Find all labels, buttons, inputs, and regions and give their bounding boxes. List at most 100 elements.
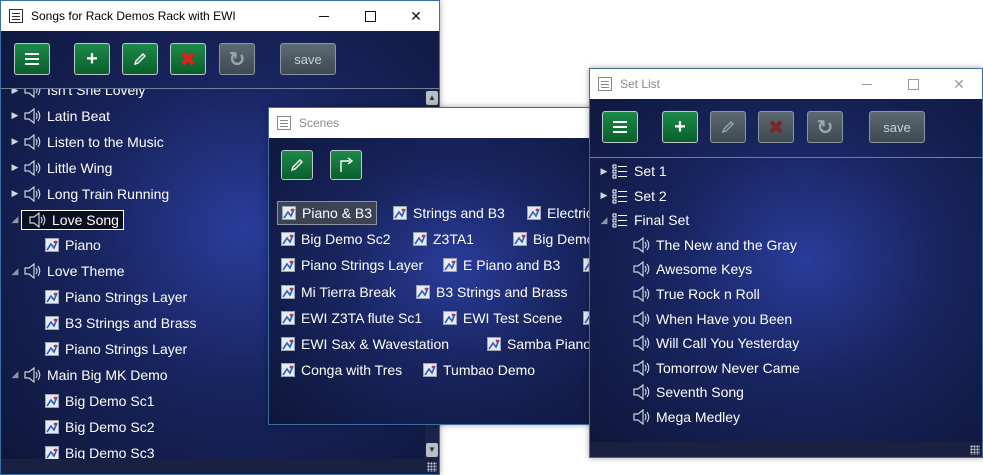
scene-item[interactable]: B3 Strings and Brass	[45, 312, 197, 334]
scenes-titlebar[interactable]: Scenes	[269, 108, 607, 138]
scene-chip[interactable]: Strings and B3	[389, 201, 509, 225]
setlist-song-item[interactable]: Awesome Keys	[630, 258, 752, 280]
setlist-song-label: Seventh Song	[656, 384, 744, 401]
scene-chip[interactable]: Tumbao Demo	[419, 358, 539, 382]
close-button[interactable]	[936, 69, 982, 99]
save-button[interactable]: save	[869, 111, 925, 143]
pencil-icon	[290, 159, 303, 172]
scene-chip[interactable]: Piano & B3	[277, 201, 378, 225]
scene-picture-icon	[513, 232, 527, 247]
set-item[interactable]: ▶ Set 1	[598, 160, 667, 182]
set-item[interactable]: ◢ Final Set	[598, 209, 690, 231]
scene-chip[interactable]: Big Demo Sc2	[277, 227, 394, 251]
scene-chip[interactable]: Electric	[523, 201, 597, 225]
speaker-icon	[24, 159, 41, 176]
close-button[interactable]	[393, 1, 439, 31]
save-button[interactable]: save	[280, 43, 336, 75]
add-song-button[interactable]: +	[74, 43, 110, 75]
edit-scene-button[interactable]	[281, 150, 313, 180]
songs-titlebar[interactable]: Songs for Rack Demos Rack with EWI	[1, 1, 439, 31]
song-item[interactable]: ▶ Isn't She Lovely	[9, 89, 145, 101]
scene-picture-icon	[282, 206, 296, 220]
scene-label: E Piano and B3	[463, 257, 561, 274]
setlist-song-item[interactable]: True Rock n Roll	[630, 283, 760, 305]
scene-chip[interactable]: EWI Sax & Wavestation	[277, 332, 453, 356]
scene-chip[interactable]: EWI Test Scene	[439, 306, 566, 330]
scroll-up-icon[interactable]: ▲	[426, 91, 438, 105]
maximize-button[interactable]	[347, 1, 393, 31]
scene-chip[interactable]: Piano Strings Layer	[277, 253, 427, 277]
collapsed-arrow-icon[interactable]: ▶	[9, 89, 21, 96]
speaker-icon	[24, 263, 41, 280]
minimize-button[interactable]	[844, 69, 890, 99]
song-item[interactable]: ▶ Long Train Running	[9, 183, 169, 205]
scene-label: Mi Tierra Break	[301, 283, 396, 300]
song-item[interactable]: ◢ Love Song	[9, 209, 124, 231]
selected-song-box[interactable]: Love Song	[21, 209, 124, 230]
scene-chip[interactable]: B3 Strings and Brass	[412, 280, 572, 304]
resize-grip[interactable]	[970, 445, 980, 455]
edit-song-button[interactable]	[122, 43, 158, 75]
setlist-song-item[interactable]: Mega Medley	[630, 406, 740, 428]
add-set-button[interactable]: +	[662, 111, 698, 143]
collapsed-arrow-icon[interactable]: ▶	[9, 110, 21, 121]
save-label: save	[883, 119, 911, 135]
expanded-arrow-icon[interactable]: ◢	[598, 215, 610, 226]
collapsed-arrow-icon[interactable]: ▶	[598, 166, 610, 177]
delete-x-icon: ✖	[179, 48, 197, 71]
maximize-button[interactable]	[890, 69, 936, 99]
menu-button[interactable]	[14, 43, 50, 75]
expanded-arrow-icon[interactable]: ◢	[9, 214, 21, 225]
plus-icon: +	[674, 115, 686, 138]
scene-item[interactable]: Big Demo Sc2	[45, 416, 154, 438]
scene-item[interactable]: Piano Strings Layer	[45, 286, 187, 308]
refresh-button[interactable]: ↻	[219, 43, 255, 75]
scene-item[interactable]: Big Demo Sc1	[45, 390, 154, 412]
expanded-arrow-icon[interactable]: ◢	[9, 369, 21, 380]
expanded-arrow-icon[interactable]: ◢	[9, 266, 21, 277]
setlist-song-item[interactable]: Seventh Song	[630, 381, 744, 403]
song-label: Love Theme	[47, 263, 125, 280]
delete-song-button[interactable]: ✖	[170, 43, 206, 75]
song-item[interactable]: ▶ Listen to the Music	[9, 131, 164, 153]
scene-item[interactable]: Piano	[45, 234, 101, 256]
setlist-titlebar[interactable]: Set List	[590, 69, 982, 99]
scene-picture-icon	[281, 310, 295, 325]
collapsed-arrow-icon[interactable]: ▶	[598, 190, 610, 201]
minimize-button[interactable]	[301, 1, 347, 31]
setlist-song-item[interactable]: Will Call You Yesterday	[630, 332, 799, 354]
speaker-icon-wrap	[632, 359, 652, 376]
scene-chip[interactable]: Z3TA1	[409, 227, 478, 251]
song-item[interactable]: ▶ Little Wing	[9, 157, 112, 179]
scene-chip[interactable]: EWI Z3TA flute Sc1	[277, 306, 426, 330]
menu-button[interactable]	[602, 111, 638, 143]
set-item[interactable]: ▶ Set 2	[598, 185, 667, 207]
scroll-down-icon[interactable]: ▼	[426, 443, 438, 457]
setlist-song-item[interactable]: The New and the Gray	[630, 234, 797, 256]
speaker-icon-wrap	[23, 159, 43, 176]
collapsed-arrow-icon[interactable]: ▶	[9, 136, 21, 147]
edit-set-button[interactable]	[710, 111, 746, 143]
song-item[interactable]: ◢ Love Theme	[9, 260, 125, 282]
speaker-icon-wrap	[23, 133, 43, 150]
speaker-icon	[633, 286, 650, 302]
scene-chip[interactable]: Samba Pianos	[483, 332, 602, 356]
speaker-icon-wrap	[23, 263, 43, 280]
refresh-button[interactable]: ↻	[807, 111, 843, 143]
song-item[interactable]: ◢ Main Big MK Demo	[9, 364, 168, 386]
scene-chip[interactable]: E Piano and B3	[439, 253, 564, 277]
scene-item[interactable]: Piano Strings Layer	[45, 338, 187, 360]
setlist-song-item[interactable]: When Have you Been	[630, 308, 792, 330]
scene-item[interactable]: Big Demo Sc3	[45, 442, 154, 459]
collapsed-arrow-icon[interactable]: ▶	[9, 162, 21, 173]
speaker-icon	[24, 366, 41, 383]
resize-grip[interactable]	[427, 462, 437, 472]
scene-label: Big Demo Sc2	[65, 418, 155, 435]
setlist-song-item[interactable]: Tomorrow Never Came	[630, 357, 800, 379]
collapsed-arrow-icon[interactable]: ▶	[9, 188, 21, 199]
scene-chip[interactable]: Mi Tierra Break	[277, 280, 400, 304]
song-item[interactable]: ▶ Latin Beat	[9, 105, 110, 127]
delete-set-button[interactable]: ✖	[758, 111, 794, 143]
move-scene-button[interactable]	[330, 150, 362, 180]
scene-chip[interactable]: Conga with Tres	[277, 358, 406, 382]
